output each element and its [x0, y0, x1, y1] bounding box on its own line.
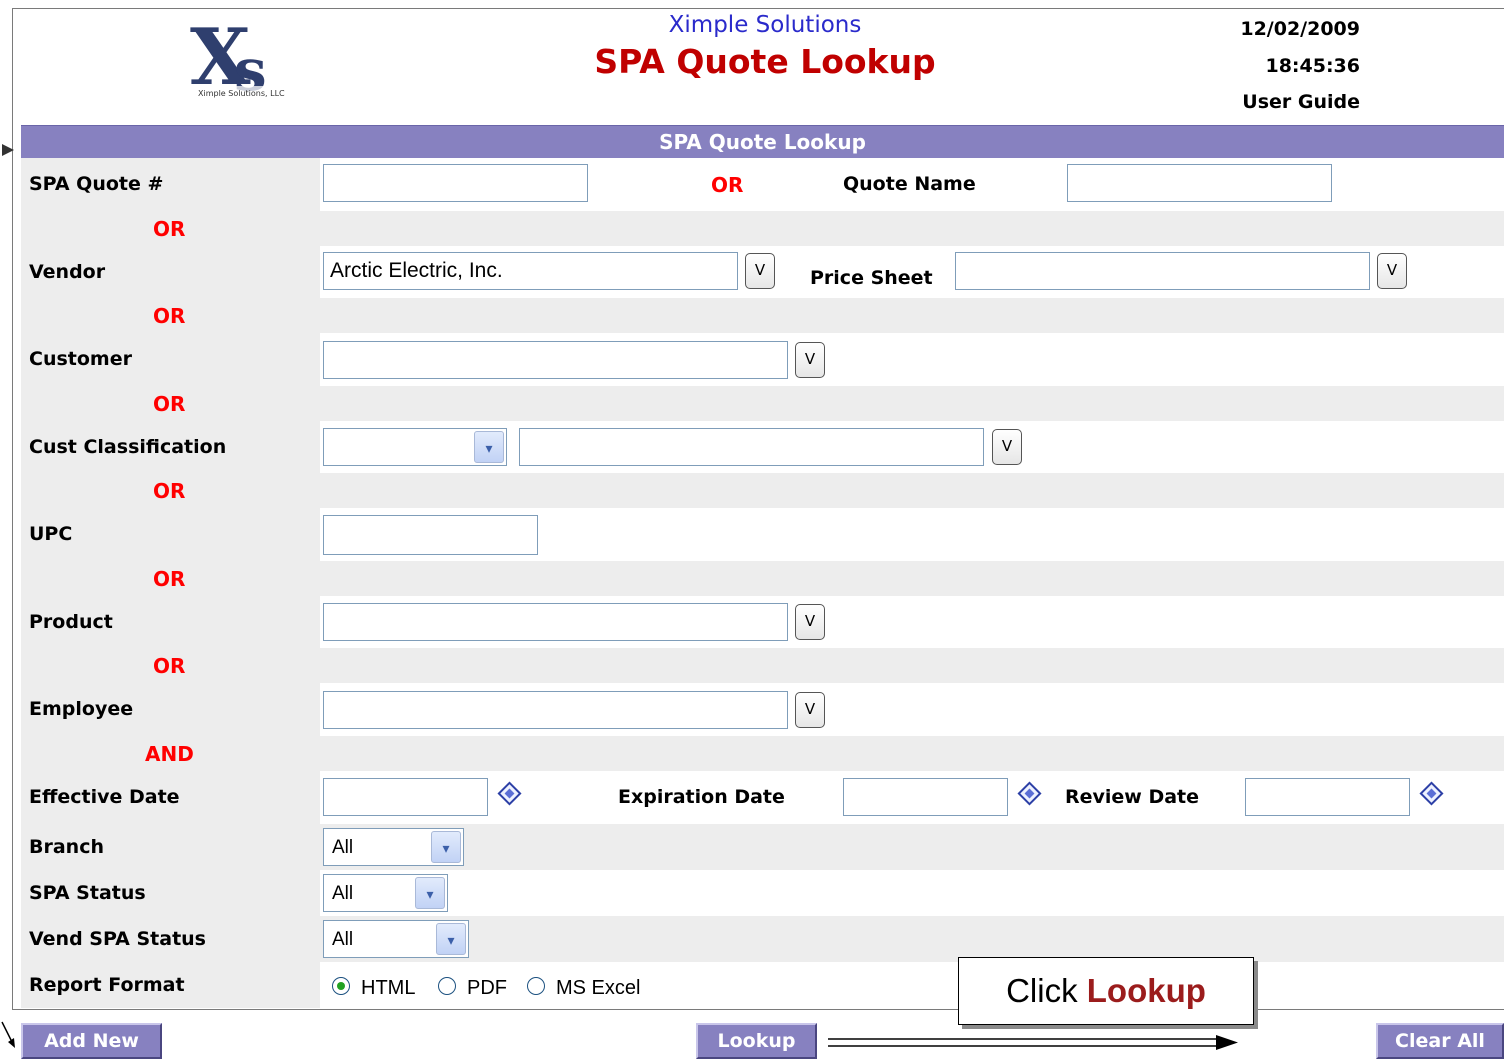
quote-name-input[interactable] — [1067, 164, 1332, 202]
cust-classification-select[interactable]: ▾ — [323, 428, 507, 466]
clear-all-button[interactable]: Clear All — [1376, 1023, 1504, 1059]
report-format-label: Report Format — [29, 974, 185, 996]
spa-quote-input[interactable] — [323, 164, 588, 202]
or-row: OR — [21, 473, 1504, 508]
spa-status-label: SPA Status — [29, 882, 146, 904]
spa-quote-label: SPA Quote # — [29, 173, 164, 195]
effective-date-label: Effective Date — [29, 786, 180, 808]
employee-input[interactable] — [323, 691, 788, 729]
and-row: AND — [21, 736, 1504, 771]
vend-spa-status-select[interactable]: All ▾ — [323, 920, 469, 958]
calendar-icon[interactable] — [1017, 781, 1043, 807]
vendor-input[interactable]: Arctic Electric, Inc. — [323, 252, 738, 290]
row-upc: UPC — [21, 508, 1504, 561]
edge-arrow-icon — [2, 144, 14, 156]
employee-lookup-button[interactable]: V — [795, 692, 825, 728]
effective-date-input[interactable] — [323, 778, 488, 816]
row-report-format: Report Format HTML PDF MS Excel — [21, 962, 1504, 1008]
product-lookup-button[interactable]: V — [795, 604, 825, 640]
product-label: Product — [29, 611, 113, 633]
add-new-button[interactable]: Add New — [21, 1023, 162, 1059]
and-separator: AND — [145, 742, 194, 766]
annotation-arrow — [828, 1035, 1238, 1050]
row-cust-classification: Cust Classification ▾ V — [21, 421, 1504, 473]
row-product: Product V — [21, 596, 1504, 648]
or-separator: OR — [153, 217, 186, 241]
upc-input[interactable] — [323, 515, 538, 555]
row-spa-status: SPA Status All ▾ — [21, 870, 1504, 916]
cust-classification-lookup-button[interactable]: V — [992, 429, 1022, 465]
header-date: 12/02/2009 — [1240, 18, 1360, 40]
callout-prefix: Click — [1006, 972, 1078, 1009]
chevron-down-icon[interactable]: ▾ — [436, 923, 466, 955]
or-separator: OR — [153, 567, 186, 591]
radio-ms-excel[interactable] — [527, 977, 545, 995]
price-sheet-label: Price Sheet — [810, 267, 933, 289]
or-separator: OR — [711, 173, 744, 197]
employee-label: Employee — [29, 698, 134, 720]
row-employee: Employee V — [21, 683, 1504, 736]
row-spa-quote: SPA Quote # OR Quote Name — [21, 158, 1504, 211]
cust-classification-label: Cust Classification — [29, 436, 227, 458]
chevron-down-icon[interactable]: ▾ — [415, 877, 445, 909]
company-name: Ximple Solutions — [668, 12, 862, 38]
vendor-lookup-button[interactable]: V — [745, 253, 775, 289]
user-guide-link[interactable]: User Guide — [1200, 91, 1360, 113]
or-separator: OR — [153, 479, 186, 503]
spa-status-select[interactable]: All ▾ — [323, 874, 448, 912]
customer-input[interactable] — [323, 341, 788, 379]
price-sheet-input[interactable] — [955, 252, 1370, 290]
radio-html[interactable] — [332, 977, 350, 995]
instruction-callout: Click Lookup — [958, 957, 1254, 1025]
or-separator: OR — [153, 654, 186, 678]
or-row: OR — [21, 298, 1504, 333]
edge-arrow-icon — [1, 1021, 15, 1048]
row-customer: Customer V — [21, 333, 1504, 386]
product-input[interactable] — [323, 603, 788, 641]
lookup-button[interactable]: Lookup — [696, 1023, 817, 1059]
upc-label: UPC — [29, 523, 73, 545]
svg-text:Ximple Solutions, LLC: Ximple Solutions, LLC — [198, 89, 285, 98]
radio-pdf-label: PDF — [467, 977, 507, 999]
customer-lookup-button[interactable]: V — [795, 342, 825, 378]
branch-select[interactable]: All ▾ — [323, 828, 464, 866]
or-row: OR — [21, 561, 1504, 596]
callout-highlight: Lookup — [1086, 972, 1206, 1009]
row-branch: Branch All ▾ — [21, 824, 1504, 870]
company-logo: X s Ximple Solutions, LLC — [190, 14, 302, 104]
vend-spa-status-label: Vend SPA Status — [29, 928, 206, 950]
or-row: OR — [21, 648, 1504, 683]
row-vend-spa-status: Vend SPA Status All ▾ — [21, 916, 1504, 962]
price-sheet-lookup-button[interactable]: V — [1377, 253, 1407, 289]
header-time: 18:45:36 — [1265, 55, 1360, 77]
calendar-icon[interactable] — [1419, 781, 1445, 807]
chevron-down-icon[interactable]: ▾ — [474, 431, 504, 463]
radio-html-label: HTML — [361, 977, 416, 999]
calendar-icon[interactable] — [497, 781, 523, 807]
branch-label: Branch — [29, 836, 104, 858]
or-separator: OR — [153, 304, 186, 328]
or-row: OR — [21, 211, 1504, 246]
row-dates: Effective Date Expiration Date Review Da… — [21, 771, 1504, 824]
vendor-label: Vendor — [29, 261, 106, 283]
or-row: OR — [21, 386, 1504, 421]
row-vendor: Vendor Arctic Electric, Inc. V Price She… — [21, 246, 1504, 298]
quote-name-label: Quote Name — [843, 173, 976, 195]
section-title-bar: SPA Quote Lookup — [21, 125, 1504, 158]
expiration-date-input[interactable] — [843, 778, 1008, 816]
review-date-input[interactable] — [1245, 778, 1410, 816]
page-title: SPA Quote Lookup — [594, 42, 936, 81]
or-separator: OR — [153, 392, 186, 416]
radio-ms-excel-label: MS Excel — [556, 977, 641, 999]
customer-label: Customer — [29, 348, 132, 370]
review-date-label: Review Date — [1065, 786, 1200, 808]
cust-classification-input[interactable] — [519, 428, 984, 466]
expiration-date-label: Expiration Date — [618, 786, 785, 808]
radio-pdf[interactable] — [438, 977, 456, 995]
chevron-down-icon[interactable]: ▾ — [431, 831, 461, 863]
